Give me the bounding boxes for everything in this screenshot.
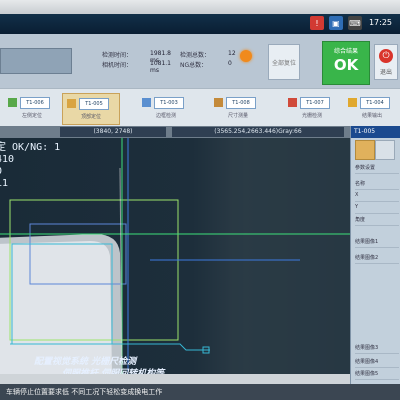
tool-id: T1-007 — [300, 97, 330, 109]
keyboard-icon[interactable]: ⌨ — [347, 16, 362, 30]
camera-viewport[interactable]: 定 OK/NG: 1 410 0 11 配置视觉系统 光栅尺检测 伺服推杆 伺服… — [0, 138, 350, 374]
tool-id: T1-006 — [20, 97, 50, 109]
tool-icon — [214, 98, 223, 107]
property-panel: T1-005 参数设置 名称 X Y 角度 结果图像1 结果图像2 结果图像3 … — [350, 126, 400, 384]
tool-label: 左侧定位 — [21, 113, 42, 119]
tool-list: T1-006 左侧定位 T1-005 顶部定位 T1-003 边框检测 T1-0… — [0, 88, 400, 127]
overlay-value: 0 — [0, 166, 60, 178]
cursor-gray-readout: (3565.254,2663.446)Gray:66 — [172, 127, 344, 137]
stat-label: NG总数： — [180, 62, 208, 69]
camera-selector[interactable] — [0, 48, 72, 74]
tool-item[interactable]: T1-003 边框检测 — [138, 93, 194, 123]
status-header: 检测时间： 1981.8 ms 相机时间： 1081.1 ms 检测总数： 12 NG… — [0, 34, 400, 88]
title-bar: ! ▣ ⌨ 17:25 — [0, 14, 400, 34]
tool-id: T1-004 — [360, 97, 390, 109]
panel-row[interactable]: Y — [355, 204, 399, 214]
panel-row[interactable]: 名称 — [355, 180, 399, 190]
inspection-overlay: 定 OK/NG: 1 410 0 11 — [0, 142, 60, 190]
monitor-bezel — [0, 0, 400, 14]
stat-inspect-time: 检测时间： 1981.8 ms — [102, 50, 171, 64]
stat-value: 0 — [228, 60, 232, 67]
stat-value: 12 — [228, 50, 236, 57]
panel-row[interactable]: 角度 — [355, 216, 399, 226]
tool-item[interactable]: T1-004 结果输出 — [344, 93, 400, 123]
overlay-result: 定 OK/NG: 1 — [0, 142, 61, 153]
status-indicator-icon — [240, 50, 252, 62]
reset-button[interactable]: 全部复位 — [268, 44, 300, 80]
exit-label: 退出 — [379, 69, 392, 76]
result-ok-indicator: 综合结果 OK — [322, 41, 370, 85]
tool-label: 尺寸测量 — [227, 113, 248, 119]
video-caption-line2: 伺服推杆 伺服回转机构等 — [62, 369, 165, 374]
tool-id: T1-005 — [79, 98, 109, 110]
stat-value: 1081.1 ms — [150, 60, 171, 74]
stat-ng-total: NG总数： 0 — [180, 60, 232, 69]
tool-icon — [8, 98, 17, 107]
tool-label: 光栅检测 — [301, 113, 322, 119]
panel-title: T1-005 — [351, 126, 400, 138]
panel-row[interactable]: X — [355, 192, 399, 202]
tool-icon — [142, 98, 151, 107]
coordinate-bar: (3840, 2748) (3565.254,2663.446)Gray:66 — [0, 126, 400, 138]
panel-row[interactable]: 结果图像5 — [355, 370, 399, 380]
tool-id: T1-008 — [226, 97, 256, 109]
system-tray: ! ▣ ⌨ 17:25 — [309, 16, 392, 30]
stat-camera-time: 相机时间： 1081.1 ms — [102, 60, 171, 74]
exit-button[interactable]: ⏻ 退出 — [374, 44, 398, 80]
network-icon[interactable]: ▣ — [328, 16, 343, 30]
tool-label: 顶部定位 — [80, 114, 101, 120]
tool-label: 边框检测 — [155, 113, 176, 119]
alert-icon[interactable]: ! — [309, 16, 324, 30]
tool-thumbnail[interactable] — [355, 140, 375, 160]
panel-row: 参数设置 — [355, 164, 399, 174]
tool-item[interactable]: T1-006 左侧定位 — [4, 93, 60, 123]
tool-id: T1-003 — [154, 97, 184, 109]
panel-row[interactable]: 结果图像1 — [355, 238, 399, 248]
tool-icon — [288, 98, 297, 107]
panel-row[interactable]: 结果图像2 — [355, 254, 399, 264]
stat-label: 相机时间： — [102, 62, 133, 69]
clock: 17:25 — [368, 18, 392, 27]
stat-label: 检测总数： — [180, 52, 211, 59]
bottom-caption: 车辆停止位置要求低 不同工况下轻松变成换电工作 — [6, 388, 163, 396]
tool-item[interactable]: T1-005 顶部定位 — [62, 93, 120, 125]
tool-icon — [67, 99, 76, 108]
tool-item[interactable]: T1-007 光栅检测 — [284, 93, 340, 123]
stat-label: 检测时间： — [102, 52, 133, 59]
result-label: 综合结果 — [333, 48, 358, 55]
bottom-caption-bar: 车辆停止位置要求低 不同工况下轻松变成换电工作 — [0, 384, 400, 400]
result-value: OK — [333, 56, 359, 74]
overlay-value: 410 — [0, 154, 15, 165]
panel-row[interactable]: 结果图像4 — [355, 358, 399, 368]
panel-row[interactable]: 结果图像3 — [355, 344, 399, 354]
tool-item[interactable]: T1-008 尺寸测量 — [210, 93, 266, 123]
overlay-value: 11 — [0, 178, 9, 189]
tool-label: 结果输出 — [361, 113, 382, 119]
tool-icon — [348, 98, 357, 107]
tool-thumbnail-alt[interactable] — [375, 140, 395, 160]
stat-total: 检测总数： 12 — [180, 50, 236, 59]
image-size-readout: (3840, 2748) — [60, 127, 166, 137]
power-icon: ⏻ — [379, 49, 393, 63]
